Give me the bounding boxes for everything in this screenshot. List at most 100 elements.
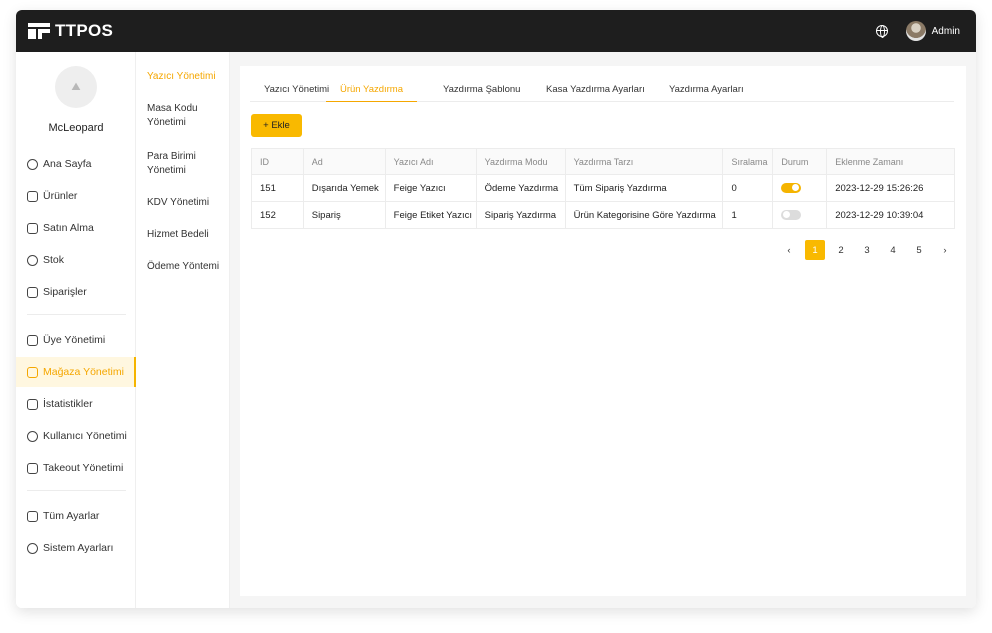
sidebar-divider — [27, 314, 126, 315]
cell-yazdirma-modu: Sipariş Yazdırma — [476, 201, 566, 229]
sidebar-item-label: Takeout Yönetimi — [43, 462, 124, 474]
stats-icon — [27, 398, 38, 410]
app-window: TTPOS Admin ⛰ McLeopard Ana Sayfa Ürünle… — [16, 10, 976, 608]
topbar-right: Admin — [875, 21, 960, 41]
sidebar-item-label: Satın Alma — [43, 222, 94, 234]
table-row[interactable]: 152 Sipariş Feige Etiket Yazıcı Sipariş … — [251, 201, 955, 229]
cell-durum — [772, 201, 828, 229]
users-icon — [27, 430, 38, 442]
sidebar: ⛰ McLeopard Ana Sayfa Ürünler Satın Alma… — [16, 52, 136, 608]
member-icon — [27, 334, 38, 346]
add-button[interactable]: + Ekle — [251, 114, 302, 137]
tab-urun-yazdirma[interactable]: Ürün Yazdırma — [326, 84, 418, 102]
cell-yazdirma-tarzi: Ürün Kategorisine Göre Yazdırma — [565, 201, 724, 229]
cell-eklenme-zamani: 2023-12-29 15:26:26 — [826, 174, 955, 202]
pagination-page-5[interactable]: 5 — [909, 240, 929, 260]
sidebar-item-uye-yonetimi[interactable]: Üye Yönetimi — [16, 326, 136, 354]
column-header-durum[interactable]: Durum — [772, 148, 828, 175]
cell-ad: Dışarıda Yemek — [303, 174, 386, 202]
user-label[interactable]: Admin — [932, 26, 960, 37]
sidebar-item-label: Sistem Ayarları — [43, 542, 114, 554]
sidebar-item-stok[interactable]: Stok — [16, 246, 136, 274]
pagination-next-icon[interactable]: › — [935, 240, 955, 260]
tab-yazici-yonetimi[interactable]: Yazıcı Yönetimi — [264, 84, 329, 102]
stock-icon — [27, 254, 38, 266]
pagination-page-3[interactable]: 3 — [857, 240, 877, 260]
sidebar-item-tum-ayarlar[interactable]: Tüm Ayarlar — [16, 502, 136, 530]
tab-yazdirma-ayarlari[interactable]: Yazdırma Ayarları — [669, 84, 744, 102]
user-avatar: ⛰ — [55, 66, 97, 108]
sidebar-item-label: Stok — [43, 254, 65, 266]
subnav-item-kdv[interactable]: KDV Yönetimi — [147, 196, 227, 210]
cell-yazdirma-modu: Ödeme Yazdırma — [476, 174, 566, 202]
orders-icon — [27, 286, 38, 298]
tab-yazdirma-sablonu[interactable]: Yazdırma Şablonu — [443, 84, 520, 102]
cart-icon — [27, 222, 38, 234]
pagination: ‹ 1 2 3 4 5 › — [773, 240, 955, 260]
takeout-icon — [27, 462, 38, 474]
sidebar-item-label: Tüm Ayarlar — [43, 510, 100, 522]
subnav-item-masa-kodu[interactable]: Masa Kodu Yönetimi — [147, 102, 227, 130]
app-logo[interactable]: TTPOS — [28, 21, 113, 41]
sidebar-item-label: Mağaza Yönetimi — [43, 366, 124, 378]
tab-kasa-yazdirma-ayarlari[interactable]: Kasa Yazdırma Ayarları — [546, 84, 645, 102]
column-header-id[interactable]: ID — [251, 148, 304, 175]
pagination-page-2[interactable]: 2 — [831, 240, 851, 260]
settings-grid-icon — [27, 510, 38, 522]
avatar-placeholder-icon: ⛰ — [71, 80, 81, 93]
sidebar-item-urunler[interactable]: Ürünler — [16, 182, 136, 210]
sidebar-item-siparisler[interactable]: Siparişler — [16, 278, 136, 306]
cell-durum — [772, 174, 828, 202]
tab-bar: Yazıcı Yönetimi Ürün Yazdırma Yazdırma Ş… — [250, 84, 954, 102]
sidebar-item-ana-sayfa[interactable]: Ana Sayfa — [16, 150, 136, 178]
cell-id: 152 — [251, 201, 304, 229]
sidebar-item-label: Ürünler — [43, 190, 78, 202]
status-toggle-off[interactable] — [781, 209, 802, 220]
column-header-yazdirma-tarzi[interactable]: Yazdırma Tarzı — [565, 148, 724, 175]
sidebar-item-magaza-yonetimi[interactable]: Mağaza Yönetimi — [16, 357, 136, 387]
sub-navigation: Yazıcı Yönetimi Masa Kodu Yönetimi Para … — [136, 52, 230, 608]
sidebar-item-label: Üye Yönetimi — [43, 334, 106, 346]
main-panel: Yazıcı Yönetimi Ürün Yazdırma Yazdırma Ş… — [240, 66, 966, 596]
pagination-prev-icon[interactable]: ‹ — [779, 240, 799, 260]
cell-id: 151 — [251, 174, 304, 202]
sidebar-item-label: Siparişler — [43, 286, 87, 298]
pagination-page-4[interactable]: 4 — [883, 240, 903, 260]
subnav-item-para-birimi[interactable]: Para Birimi Yönetimi — [147, 150, 227, 178]
column-header-siralama[interactable]: Sıralama — [722, 148, 774, 175]
table-header-row: ID Ad Yazıcı Adı Yazdırma Modu Yazdırma … — [251, 148, 955, 175]
pagination-page-1[interactable]: 1 — [805, 240, 825, 260]
cell-siralama: 1 — [722, 201, 774, 229]
subnav-item-odeme-yontemi[interactable]: Ödeme Yöntemi — [147, 260, 227, 274]
user-name: McLeopard — [48, 122, 104, 134]
printer-table: ID Ad Yazıcı Adı Yazdırma Modu Yazdırma … — [251, 148, 955, 229]
cell-yazici-adi: Feige Yazıcı — [385, 174, 477, 202]
sidebar-item-sistem-ayarlari[interactable]: Sistem Ayarları — [16, 534, 136, 562]
cell-ad: Sipariş — [303, 201, 386, 229]
sidebar-item-label: İstatistikler — [43, 398, 93, 410]
sidebar-item-kullanici-yonetimi[interactable]: Kullanıcı Yönetimi — [16, 422, 136, 450]
column-header-yazici-adi[interactable]: Yazıcı Adı — [385, 148, 477, 175]
status-toggle-on[interactable] — [781, 182, 802, 193]
sidebar-item-istatistikler[interactable]: İstatistikler — [16, 390, 136, 418]
logo-text: TTPOS — [55, 21, 114, 40]
sidebar-item-label: Ana Sayfa — [43, 158, 92, 170]
globe-icon[interactable] — [875, 25, 888, 38]
column-header-ad[interactable]: Ad — [303, 148, 386, 175]
subnav-item-yazici-yonetimi[interactable]: Yazıcı Yönetimi — [147, 70, 227, 84]
cell-yazici-adi: Feige Etiket Yazıcı — [385, 201, 477, 229]
cell-yazdirma-tarzi: Tüm Sipariş Yazdırma — [565, 174, 724, 202]
column-header-eklenme-zamani[interactable]: Eklenme Zamanı — [826, 148, 955, 175]
sidebar-item-takeout-yonetimi[interactable]: Takeout Yönetimi — [16, 454, 136, 482]
subnav-item-hizmet-bedeli[interactable]: Hizmet Bedeli — [147, 228, 227, 242]
top-bar: TTPOS Admin — [16, 10, 976, 52]
gear-icon — [27, 542, 38, 554]
logo-mark-icon — [28, 23, 50, 39]
column-header-yazdirma-modu[interactable]: Yazdırma Modu — [476, 148, 566, 175]
sidebar-item-label: Kullanıcı Yönetimi — [43, 430, 127, 442]
table-row[interactable]: 151 Dışarıda Yemek Feige Yazıcı Ödeme Ya… — [251, 174, 955, 202]
admin-avatar[interactable] — [905, 21, 926, 41]
sidebar-item-satin-alma[interactable]: Satın Alma — [16, 214, 136, 242]
product-icon — [27, 190, 38, 202]
sidebar-divider — [27, 490, 126, 491]
